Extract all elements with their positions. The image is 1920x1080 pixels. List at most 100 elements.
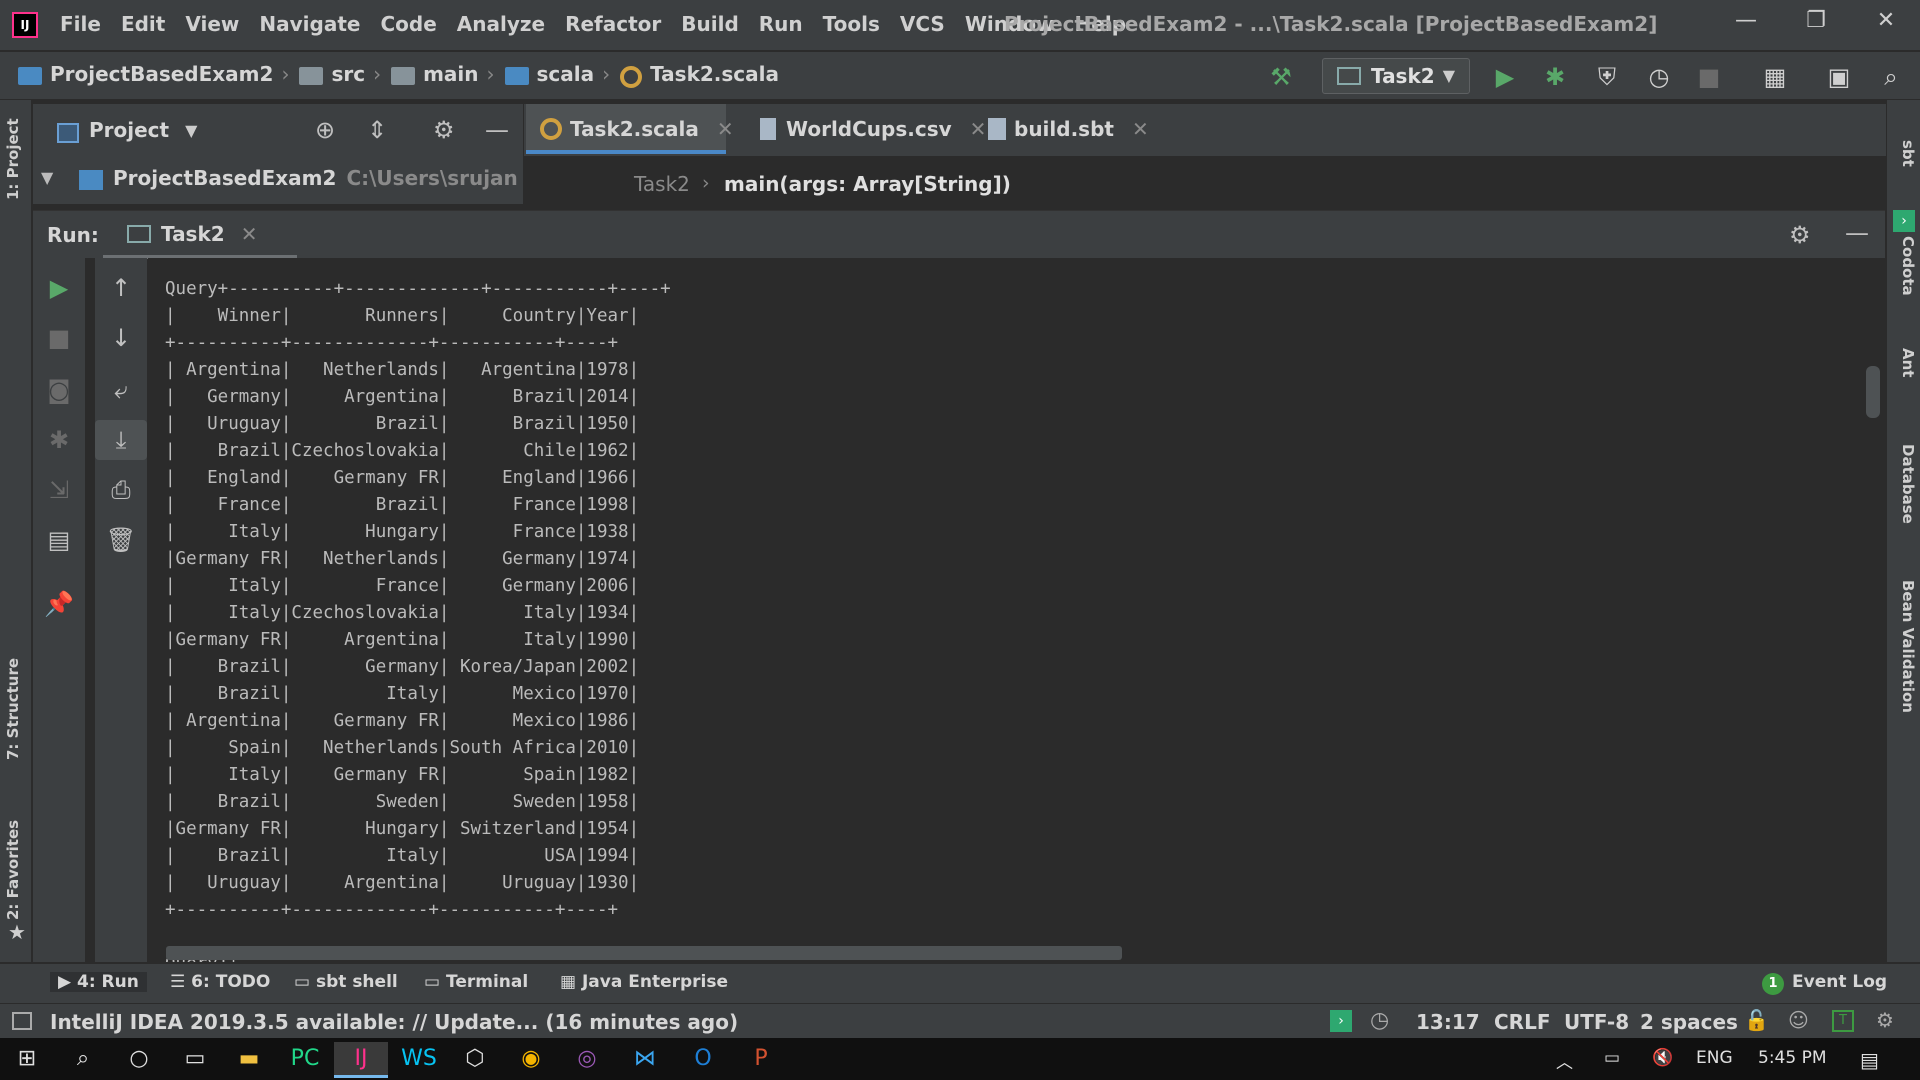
stop-icon[interactable]: ■ — [33, 318, 85, 358]
up-arrow-icon[interactable]: ↑ — [95, 268, 147, 308]
media-app-icon[interactable]: ◎ — [560, 1042, 614, 1078]
collapse-all-icon[interactable]: ⇕ — [367, 116, 387, 144]
outlook-icon[interactable]: O — [676, 1042, 730, 1078]
console-output[interactable]: Query+----------+-------------+---------… — [148, 258, 1886, 962]
settings-status-icon[interactable]: ⚙ — [1876, 1008, 1894, 1032]
system-clock[interactable]: 5:45 PM — [1758, 1048, 1827, 1068]
tool-tab-sbt[interactable]: sbt — [1899, 140, 1917, 167]
tray-chevron-up-icon[interactable]: ︿ — [1556, 1048, 1573, 1073]
exit-icon[interactable]: ⇲ — [33, 470, 85, 510]
tool-tab-bean-validation[interactable]: Bean Validation — [1899, 580, 1917, 713]
stop-icon[interactable]: ■ — [1694, 62, 1724, 92]
tool-tab-ant[interactable]: Ant — [1899, 348, 1917, 377]
menu-build[interactable]: Build — [681, 12, 739, 36]
cortana-icon[interactable]: ○ — [112, 1042, 166, 1078]
menu-code[interactable]: Code — [380, 12, 436, 36]
task-view-icon[interactable]: ▭ — [168, 1042, 222, 1078]
intellij-taskbar-icon[interactable]: IJ — [334, 1042, 388, 1078]
close-tab-icon[interactable]: ✕ — [241, 222, 258, 246]
menu-vcs[interactable]: VCS — [900, 12, 945, 36]
tool-tab-database[interactable]: Database — [1899, 444, 1917, 524]
horizontal-scrollbar[interactable] — [166, 946, 1122, 960]
breadcrumb-main[interactable]: main — [423, 62, 478, 86]
search-icon[interactable]: ⌕ — [1876, 62, 1906, 92]
menu-file[interactable]: File — [60, 12, 101, 36]
scroll-to-end-icon[interactable]: ⤓ — [95, 420, 147, 460]
cube-app-icon[interactable]: ⬡ — [448, 1042, 502, 1078]
bottom-tab-run[interactable]: ▶ 4: Run — [50, 972, 147, 992]
project-structure-icon[interactable]: ▦ — [1760, 62, 1790, 92]
tool-tab-structure[interactable]: 7: Structure — [4, 658, 22, 760]
run-with-coverage-icon[interactable]: ⛨ — [1592, 62, 1622, 92]
menu-tools[interactable]: Tools — [823, 12, 880, 36]
bottom-tab-todo[interactable]: ☰ 6: TODO — [170, 972, 270, 992]
vscode-icon[interactable]: ⋈ — [618, 1042, 672, 1078]
menu-refactor[interactable]: Refactor — [565, 12, 661, 36]
restore-icon[interactable]: ❐ — [1796, 8, 1836, 40]
tool-tab-codota[interactable]: Codota — [1899, 236, 1917, 296]
codota-status-icon[interactable]: › — [1330, 1010, 1352, 1032]
breadcrumb-object[interactable]: Task2 — [634, 172, 690, 196]
powerpoint-icon[interactable]: P — [734, 1042, 788, 1078]
tab-worldcups-csv[interactable]: WorldCups.csv ✕ — [742, 104, 986, 154]
close-tab-icon[interactable]: ✕ — [1132, 117, 1149, 141]
down-arrow-icon[interactable]: ↓ — [95, 318, 147, 358]
presentation-icon[interactable]: ▣ — [1824, 62, 1854, 92]
menu-analyze[interactable]: Analyze — [457, 12, 545, 36]
print-icon[interactable]: ⎙ — [95, 470, 147, 510]
locate-file-icon[interactable]: ⊕ — [315, 116, 335, 144]
breadcrumb-src[interactable]: src — [331, 62, 365, 86]
input-language[interactable]: ENG — [1696, 1048, 1733, 1068]
windows-start-icon[interactable]: ⊞ — [0, 1042, 54, 1078]
bottom-tab-sbt-shell[interactable]: ▭ sbt shell — [294, 972, 398, 992]
file-explorer-icon[interactable]: ▬ — [222, 1042, 276, 1078]
debug-icon[interactable]: ✱ — [33, 420, 85, 460]
gear-icon[interactable]: ⚙ — [433, 116, 455, 144]
project-view-select[interactable]: Project ▼ — [57, 118, 197, 143]
toggle-tool-windows-icon[interactable] — [12, 1012, 32, 1030]
debug-icon[interactable]: ✱ — [1540, 62, 1570, 92]
notifications-icon[interactable]: ▤ — [1860, 1048, 1879, 1072]
breadcrumb-method[interactable]: main(args: Array[String]) — [724, 172, 1011, 196]
rerun-icon[interactable]: ▶ — [33, 268, 85, 308]
tabnine-icon[interactable]: T — [1832, 1010, 1854, 1032]
inspector-icon[interactable]: ☺ — [1788, 1008, 1809, 1032]
camera-icon[interactable]: ◙ — [33, 370, 85, 410]
tool-tab-favorites[interactable]: 2: Favorites — [4, 820, 22, 920]
profiler-icon[interactable]: ◷ — [1644, 62, 1674, 92]
trash-icon[interactable]: 🗑 — [95, 520, 147, 560]
hide-panel-icon[interactable]: — — [1845, 219, 1869, 247]
update-notification[interactable]: IntelliJ IDEA 2019.3.5 available: // Upd… — [50, 1010, 738, 1034]
file-encoding[interactable]: UTF-8 — [1564, 1010, 1629, 1034]
breadcrumb-file[interactable]: Task2.scala — [650, 62, 779, 86]
hide-panel-icon[interactable]: — — [485, 116, 509, 144]
tab-build-sbt[interactable]: build.sbt ✕ — [970, 104, 1150, 154]
close-tab-icon[interactable]: ✕ — [717, 117, 734, 141]
gear-icon[interactable]: ⚙ — [1789, 221, 1811, 249]
run-icon[interactable]: ▶ — [1490, 62, 1520, 92]
line-separator[interactable]: CRLF — [1494, 1010, 1550, 1034]
caret-position[interactable]: 13:17 — [1416, 1010, 1480, 1034]
vertical-scrollbar[interactable] — [1866, 366, 1880, 418]
breadcrumb-scala[interactable]: scala — [537, 62, 595, 86]
tab-task2-scala[interactable]: Task2.scala ✕ — [526, 104, 734, 154]
menu-run[interactable]: Run — [759, 12, 803, 36]
menu-view[interactable]: View — [185, 12, 239, 36]
layout-icon[interactable]: ▤ — [33, 520, 85, 560]
run-tab-task2[interactable]: Task2 ✕ — [103, 211, 297, 259]
soft-wrap-icon[interactable]: ⤶ — [95, 370, 147, 410]
chrome-icon[interactable]: ◉ — [504, 1042, 558, 1078]
minimize-icon[interactable]: — — [1726, 8, 1766, 40]
tool-tab-project[interactable]: 1: Project — [4, 118, 22, 200]
project-root-node[interactable]: ProjectBasedExam2 C:\Users\srujan reddy — [113, 166, 523, 190]
event-log-button[interactable]: 1 Event Log — [1762, 972, 1887, 995]
menu-navigate[interactable]: Navigate — [259, 12, 360, 36]
close-window-icon[interactable]: ✕ — [1866, 8, 1906, 40]
lock-icon[interactable]: 🔓 — [1744, 1008, 1769, 1032]
bottom-tab-java-enterprise[interactable]: ▦ Java Enterprise — [560, 972, 728, 992]
bottom-tab-terminal[interactable]: ▭ Terminal — [424, 972, 528, 992]
webstorm-icon[interactable]: WS — [392, 1042, 446, 1078]
breadcrumb-project[interactable]: ProjectBasedExam2 — [50, 62, 273, 86]
search-icon[interactable]: ⌕ — [56, 1042, 110, 1078]
build-hammer-icon[interactable]: ⚒ — [1266, 62, 1296, 92]
